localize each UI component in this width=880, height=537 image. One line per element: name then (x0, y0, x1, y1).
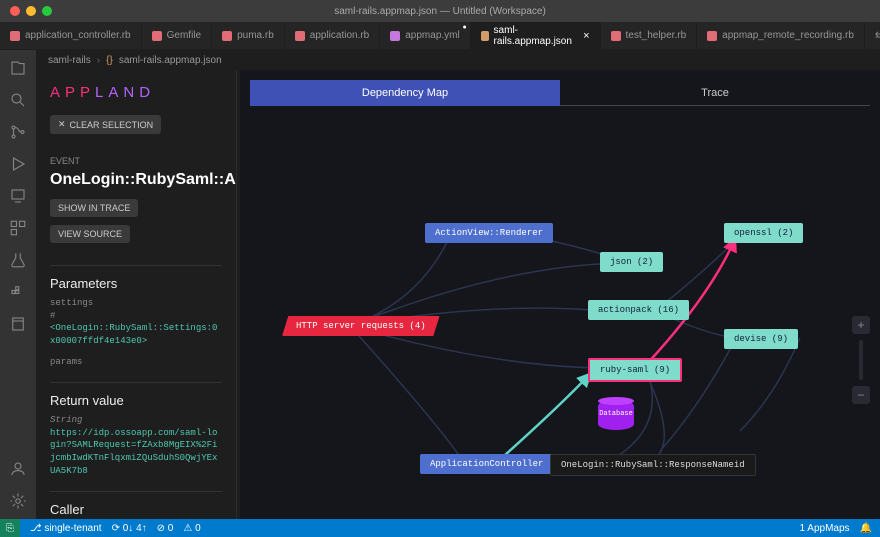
extensions-icon[interactable] (8, 218, 28, 238)
window-controls (0, 6, 52, 16)
titlebar: saml-rails.appmap.json — Untitled (Works… (0, 0, 880, 22)
show-in-trace-button[interactable]: SHOW IN TRACE (50, 199, 138, 217)
dependency-canvas[interactable]: ActionView::Renderer json (2) openssl (2… (240, 106, 880, 519)
clear-selection-button[interactable]: ✕CLEAR SELECTION (50, 115, 161, 134)
remote-icon[interactable] (8, 186, 28, 206)
event-name: OneLogin::RubySaml::Authrequest#create (50, 170, 222, 189)
settings-icon[interactable] (8, 491, 28, 511)
window-title: saml-rails.appmap.json — Untitled (Works… (334, 6, 546, 17)
caller-heading: Caller (50, 491, 222, 517)
file-icon (390, 31, 400, 41)
file-icon (10, 31, 20, 41)
notifications-icon[interactable]: 🔔 (860, 523, 872, 534)
zoom-out-button[interactable]: − (852, 386, 870, 404)
remote-indicator[interactable]: ⎘ (0, 519, 20, 537)
file-icon (611, 31, 621, 41)
parameters-heading: Parameters (50, 265, 222, 291)
minimize-window-button[interactable] (26, 6, 36, 16)
git-sync[interactable]: ⟳ 0↓ 4↑ (112, 523, 147, 534)
param-name: settings (50, 297, 222, 310)
node-application-controller[interactable]: ApplicationController (420, 454, 553, 474)
view-tabs: Dependency Map Trace (250, 80, 870, 106)
param-name: params (50, 356, 222, 369)
return-value-heading: Return value (50, 382, 222, 408)
graph-area: Dependency Map Trace (240, 70, 880, 519)
close-window-button[interactable] (10, 6, 20, 16)
editor-tabs: application_controller.rb Gemfile puma.rb a… (0, 22, 880, 50)
appland-logo: APPLAND (50, 84, 222, 101)
editor-tab[interactable]: test_helper.rb (601, 22, 698, 49)
search-icon[interactable] (8, 90, 28, 110)
breadcrumb-seg[interactable]: saml-rails.appmap.json (119, 55, 222, 66)
tab-label: Gemfile (167, 30, 201, 41)
tab-label: application_controller.rb (25, 30, 131, 41)
return-value: https://idp.ossoapp.com/saml-login?SAMLR… (50, 427, 222, 477)
file-icon (295, 31, 305, 41)
node-onelogin-response[interactable]: OneLogin::RubySaml::ResponseNameid (550, 454, 756, 476)
file-icon (481, 31, 489, 41)
editor-tab[interactable]: Gemfile (142, 22, 212, 49)
param-hash: # (50, 310, 222, 323)
errors-count[interactable]: ⊘ 0 (157, 523, 174, 534)
editor-tab[interactable]: application.rb (285, 22, 380, 49)
compare-icon[interactable]: ⇆ (875, 29, 880, 42)
status-bar: ⎘ ⎇ single-tenant ⟳ 0↓ 4↑ ⊘ 0 ⚠ 0 1 AppM… (0, 519, 880, 537)
activity-bar (0, 50, 36, 519)
node-ruby-saml[interactable]: ruby-saml (9) (588, 358, 682, 382)
file-icon (152, 31, 162, 41)
appmaps-count[interactable]: 1 AppMaps (800, 523, 850, 534)
return-type: String (50, 414, 222, 427)
tab-actions: ⇆ ▥ ⋯ (865, 22, 880, 49)
appland-sidebar: APPLAND ✕CLEAR SELECTION EVENT OneLogin:… (36, 70, 236, 519)
source-control-icon[interactable] (8, 122, 28, 142)
warnings-count[interactable]: ⚠ 0 (183, 523, 200, 534)
chevron-right-icon: › (97, 55, 100, 66)
tab-label: puma.rb (237, 30, 274, 41)
file-icon (707, 31, 717, 41)
docker-icon[interactable] (8, 282, 28, 302)
view-source-button[interactable]: VIEW SOURCE (50, 225, 130, 243)
breadcrumb[interactable]: saml-rails › {} saml-rails.appmap.json (36, 50, 880, 70)
tab-label: application.rb (310, 30, 369, 41)
explorer-icon[interactable] (8, 58, 28, 78)
account-icon[interactable] (8, 459, 28, 479)
editor-tab[interactable]: appmap.yml (380, 22, 470, 49)
node-database[interactable]: Database (598, 400, 634, 430)
editor-tab[interactable]: puma.rb (212, 22, 285, 49)
file-icon (222, 31, 232, 41)
tab-label: appmap.yml (405, 30, 459, 41)
git-branch[interactable]: ⎇ single-tenant (30, 523, 102, 534)
event-label: EVENT (50, 156, 222, 166)
node-http-requests[interactable]: HTTP server requests (4) (282, 316, 440, 336)
editor-tab[interactable]: application_controller.rb (0, 22, 142, 49)
node-actionpack[interactable]: actionpack (16) (588, 300, 689, 320)
node-openssl[interactable]: openssl (2) (724, 223, 803, 243)
node-json[interactable]: json (2) (600, 252, 663, 272)
test-icon[interactable] (8, 250, 28, 270)
json-icon: {} (106, 55, 113, 66)
node-renderer[interactable]: ActionView::Renderer (425, 223, 553, 243)
tab-label: saml-rails.appmap.json (494, 25, 575, 47)
zoom-slider[interactable] (859, 340, 863, 380)
x-icon: ✕ (58, 119, 66, 130)
editor-tab[interactable]: saml-rails.appmap.json × (471, 22, 601, 49)
param-value: <OneLogin::RubySaml::Settings:0x00007ffd… (50, 322, 222, 347)
node-devise[interactable]: devise (9) (724, 329, 798, 349)
close-tab-icon[interactable]: × (583, 30, 589, 42)
tab-label: test_helper.rb (626, 30, 687, 41)
maximize-window-button[interactable] (42, 6, 52, 16)
book-icon[interactable] (8, 314, 28, 334)
run-debug-icon[interactable] (8, 154, 28, 174)
tab-trace[interactable]: Trace (560, 80, 870, 106)
zoom-in-button[interactable]: + (852, 316, 870, 334)
editor-tab[interactable]: appmap_remote_recording.rb (697, 22, 865, 49)
tab-dependency-map[interactable]: Dependency Map (250, 80, 560, 106)
zoom-controls: + − (852, 316, 870, 404)
breadcrumb-seg[interactable]: saml-rails (48, 55, 91, 66)
tab-label: appmap_remote_recording.rb (722, 30, 854, 41)
